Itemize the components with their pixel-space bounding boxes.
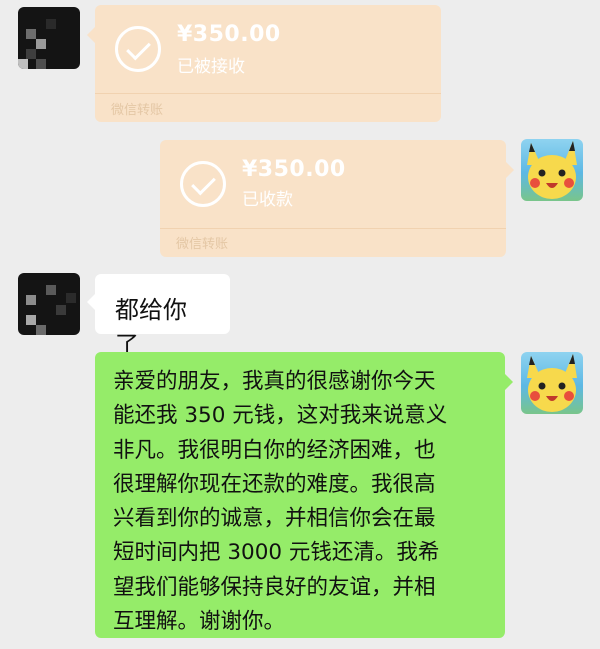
my-avatar[interactable] (521, 139, 583, 201)
transfer-amount: ¥350.00 (242, 157, 346, 182)
contact-avatar[interactable] (18, 7, 80, 69)
check-circle-icon (180, 161, 226, 207)
divider (160, 228, 506, 229)
message-line: 望我们能够保持良好的友谊，并相 (113, 574, 436, 600)
message-line: 互理解。谢谢你。 (113, 609, 286, 635)
check-circle-icon (115, 26, 161, 72)
sent-message-bubble[interactable]: 亲爱的朋友，我真的很感谢你今天 能还我 350 元钱，这对我来说意义 非凡。我很… (95, 352, 513, 638)
divider (95, 93, 441, 94)
transfer-footer-label: 微信转账 (111, 103, 164, 118)
message-line: 很理解你现在还款的难度。我很高 (113, 471, 436, 497)
pikachu-icon (527, 141, 577, 199)
my-avatar[interactable] (521, 352, 583, 414)
transfer-card-received[interactable]: ¥350.00 已被接收 微信转账 (87, 5, 441, 122)
message-text: 都给你了 (115, 296, 187, 359)
received-message-bubble[interactable]: 都给你了 (87, 274, 230, 359)
message-line: 能还我 350 元钱，这对我来说意义 (113, 403, 448, 429)
transfer-footer-label: 微信转账 (176, 237, 229, 252)
message-line: 亲爱的朋友，我真的很感谢你今天 (113, 369, 436, 394)
transfer-status: 已收款 (242, 190, 293, 210)
pikachu-icon (527, 354, 577, 412)
transfer-status: 已被接收 (177, 57, 245, 77)
message-line: 兴看到你的诚意，并相信你会在最 (113, 506, 436, 532)
message-line: 非凡。我很明白你的经济困难，也 (113, 437, 436, 463)
transfer-card-sent[interactable]: ¥350.00 已收款 微信转账 (160, 140, 514, 257)
message-line: 短时间内把 3000 元钱还清。我希 (113, 540, 440, 566)
contact-avatar[interactable] (18, 273, 80, 335)
transfer-amount: ¥350.00 (177, 22, 281, 47)
